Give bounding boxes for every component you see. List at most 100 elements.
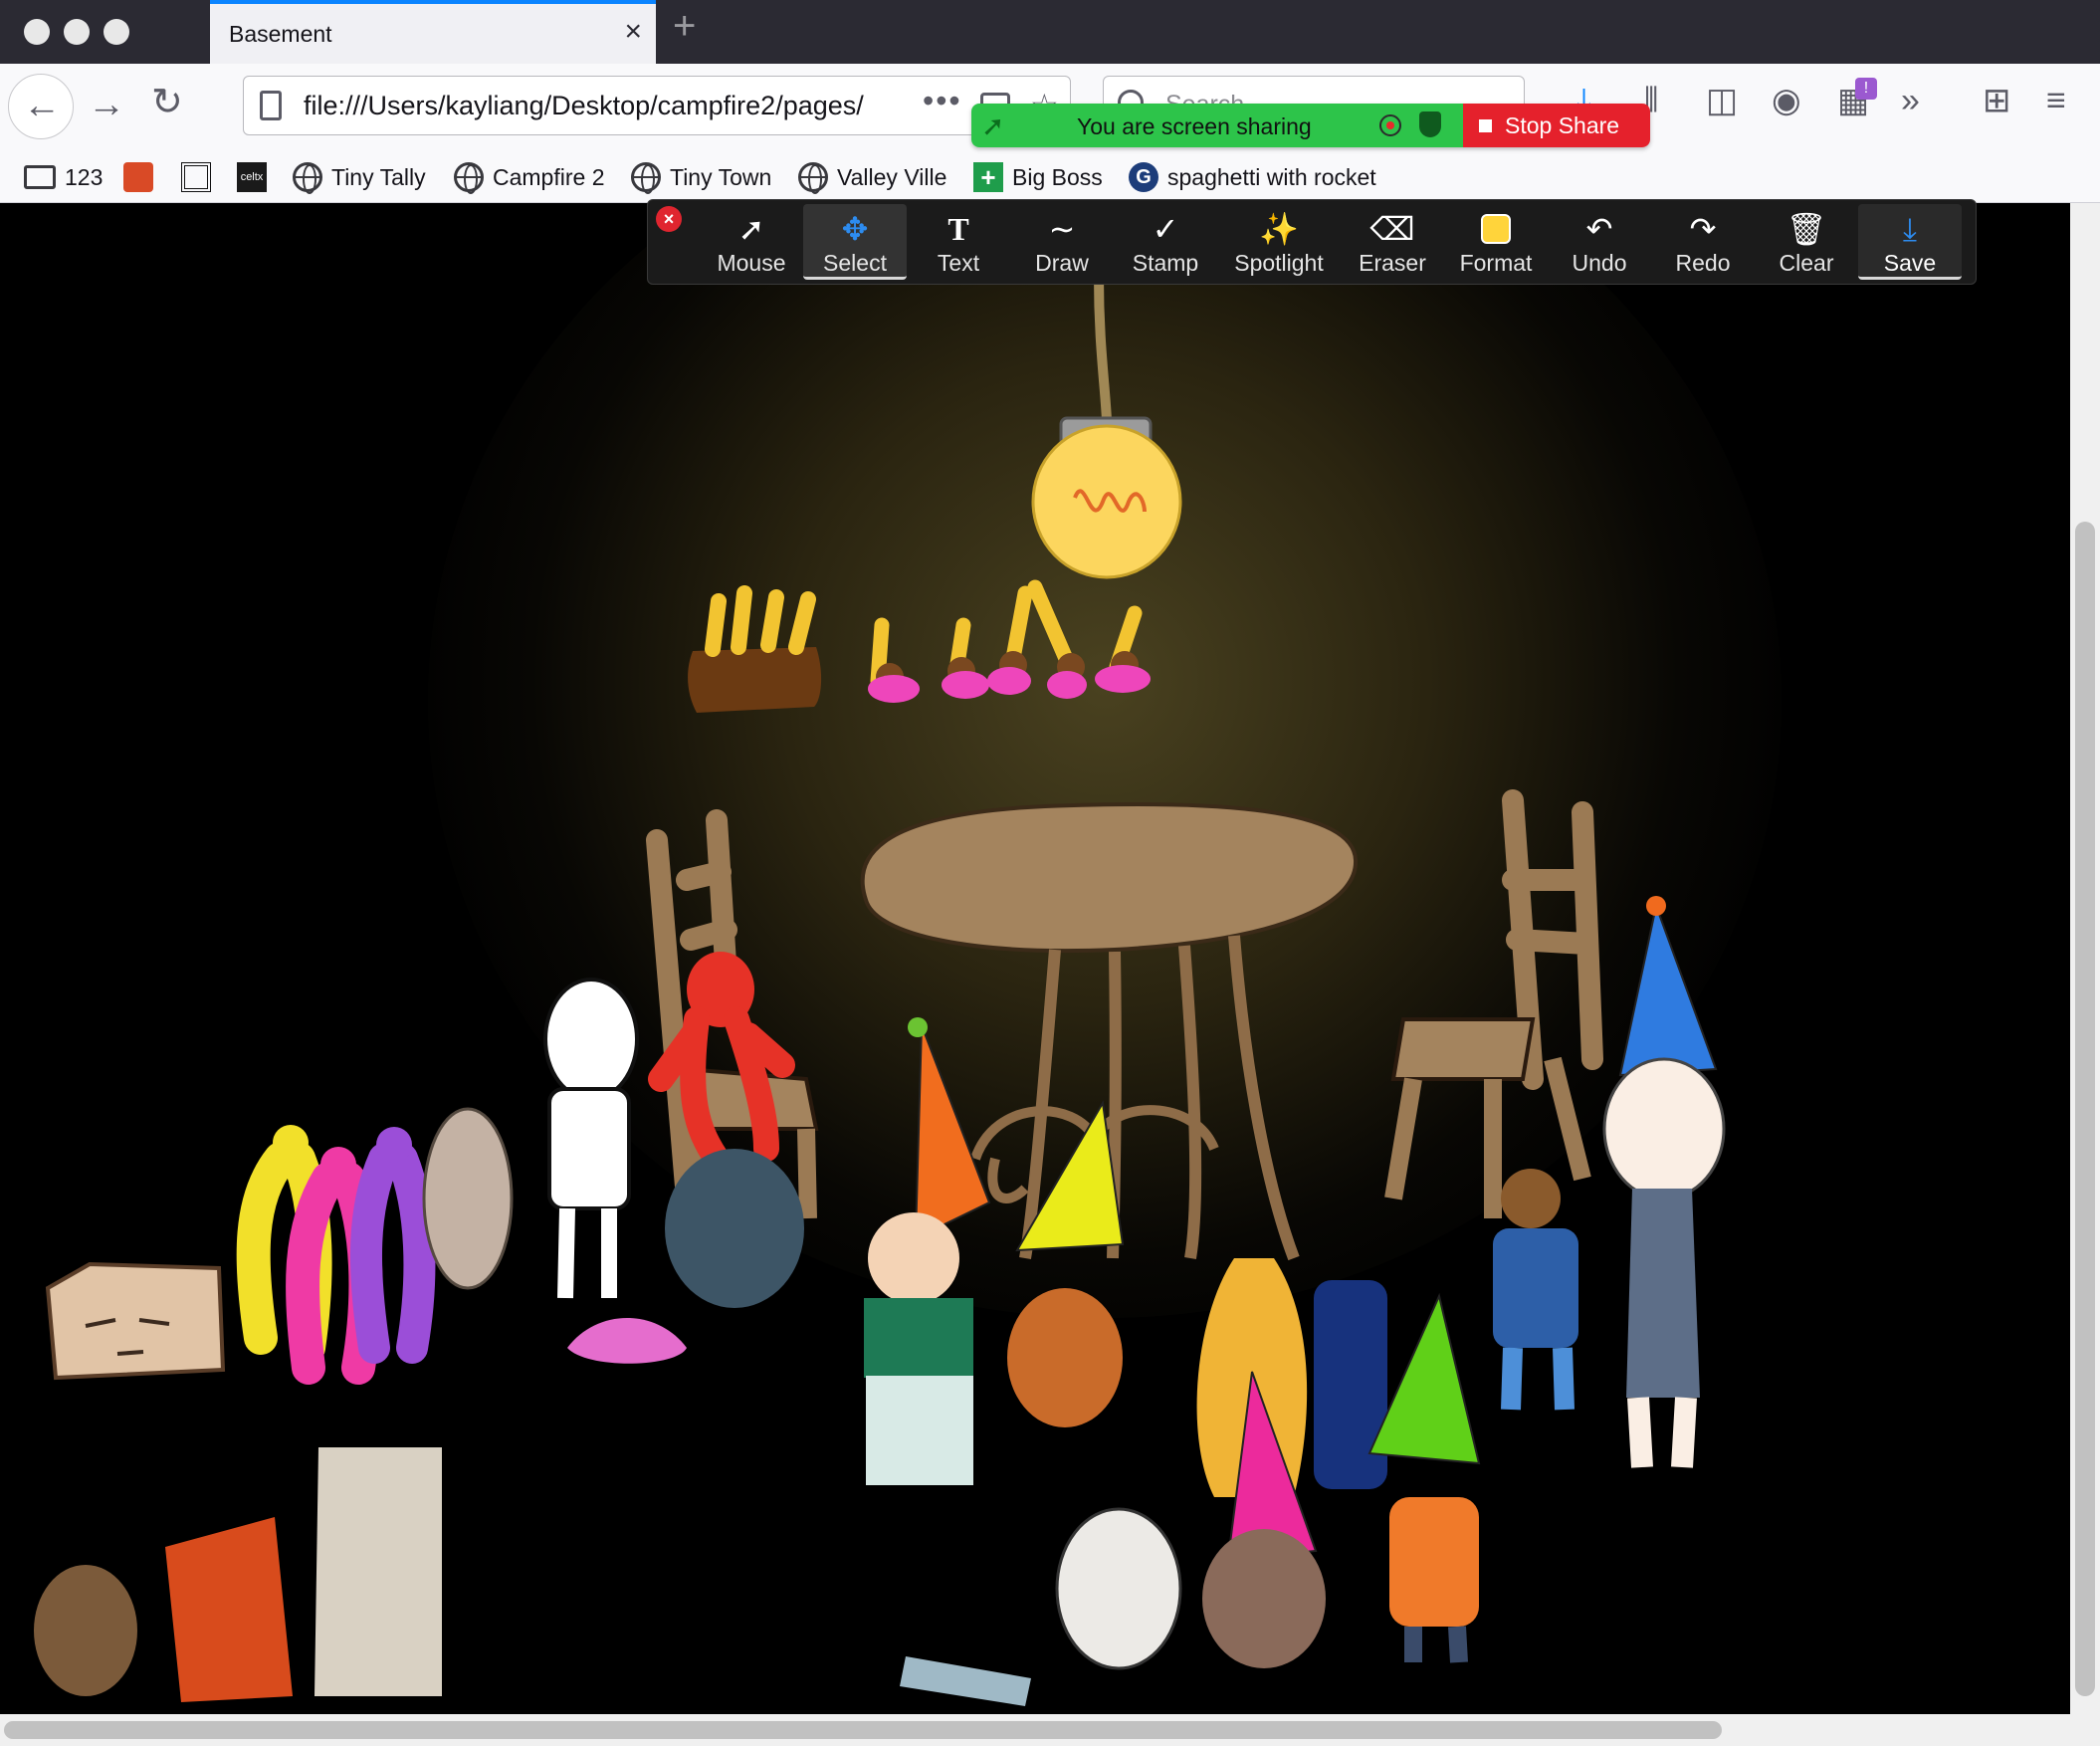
bookmark-qr[interactable] [181, 159, 220, 195]
squiggle-icon: ∼ [1048, 211, 1076, 247]
tool-label: Redo [1675, 250, 1731, 276]
check-icon: ✓ [1152, 211, 1179, 247]
annotation-toolbar: × ➚ Mouse ✥ Select T Text ∼ Draw ✓ Stamp… [647, 199, 1977, 285]
chips-bag [165, 1517, 293, 1702]
page-actions-icon[interactable]: ••• [923, 83, 962, 119]
tool-mouse[interactable]: ➚ Mouse [700, 204, 803, 280]
redo-icon: ↷ [1689, 211, 1717, 247]
tool-save[interactable]: ⤓ Save [1858, 204, 1962, 280]
stop-icon [1479, 119, 1492, 132]
vertical-scroll-thumb[interactable] [2075, 522, 2095, 1696]
horizontal-scrollbar[interactable] [0, 1714, 2100, 1746]
tool-label: Save [1883, 250, 1937, 276]
tool-select[interactable]: ✥ Select [803, 204, 907, 280]
tool-format[interactable]: Format [1444, 204, 1548, 280]
vertical-scrollbar[interactable] [2070, 203, 2100, 1714]
tab-basement[interactable]: Basement × [210, 0, 656, 64]
close-annotation-icon[interactable]: × [656, 206, 682, 232]
bookmark-label: Big Boss [1012, 163, 1103, 190]
gift-icon[interactable]: ⊞ [1983, 84, 2011, 117]
overflow-chevrons-icon[interactable]: » [1901, 84, 1920, 117]
stop-share-label: Stop Share [1505, 112, 1620, 138]
eraser-icon: ⌫ [1369, 211, 1415, 247]
reload-button[interactable]: ↻ [151, 84, 183, 121]
tool-label: Mouse [717, 250, 786, 276]
page-icon [260, 91, 282, 120]
stop-share-button[interactable]: Stop Share [1463, 104, 1650, 147]
mascot-icon [123, 162, 153, 192]
shield-icon [1419, 111, 1441, 137]
globe-icon [293, 162, 322, 194]
basement-scene [0, 203, 2070, 1714]
bookmark-label: Tiny Tally [331, 163, 426, 190]
bookmark-label: 123 [65, 163, 104, 190]
minimize-window-button[interactable] [64, 19, 90, 45]
tool-clear[interactable]: 🗑 Clear [1755, 204, 1858, 280]
screen-share-status[interactable]: ➚ You are screen sharing [971, 104, 1463, 147]
zoom-window-button[interactable] [104, 19, 129, 45]
tool-draw[interactable]: ∼ Draw [1010, 204, 1114, 280]
gray-creature [422, 1107, 514, 1290]
spotlight-icon: ✨ [1259, 211, 1299, 247]
tool-label: Draw [1035, 250, 1089, 276]
tool-stamp[interactable]: ✓ Stamp [1114, 204, 1217, 280]
account-icon[interactable]: ◉ [1772, 84, 1801, 117]
horizontal-scroll-thumb[interactable] [4, 1721, 1722, 1739]
folder-icon [24, 165, 56, 189]
plus-icon: + [973, 162, 1003, 192]
bookmark-big-boss[interactable]: + Big Boss [973, 159, 1103, 195]
url-bar[interactable]: file:///Users/kayliang/Desktop/campfire2… [243, 76, 1071, 135]
new-tab-button[interactable]: + [673, 6, 696, 46]
tool-label: Stamp [1132, 250, 1199, 276]
bookmark-campfire-2[interactable]: Campfire 2 [454, 159, 604, 195]
tool-text[interactable]: T Text [907, 204, 1010, 280]
g-icon: G [1129, 162, 1158, 192]
globe-icon [798, 162, 828, 194]
screen-share-text: You are screen sharing [1077, 113, 1312, 139]
teddy-bear [34, 1565, 137, 1696]
trash-icon: 🗑 [1785, 211, 1827, 247]
record-icon [1379, 114, 1401, 136]
tool-label: Undo [1572, 250, 1627, 276]
sidebar-icon[interactable]: ◫ [1706, 84, 1738, 117]
globe-icon [454, 162, 484, 194]
forward-button[interactable]: → [88, 86, 125, 123]
share-arrow-icon: ➚ [981, 110, 1005, 141]
tab-title: Basement [229, 21, 332, 47]
basement-canvas[interactable] [0, 203, 2070, 1714]
menu-icon[interactable]: ≡ [2046, 84, 2066, 117]
fuzzball [665, 1149, 804, 1308]
bookmark-123[interactable]: 123 [24, 159, 103, 195]
tool-label: Eraser [1359, 250, 1426, 276]
crackers-bag [315, 1447, 442, 1696]
close-window-button[interactable] [24, 19, 50, 45]
bookmark-spaghetti-with-rocket[interactable]: G spaghetti with rocket [1129, 159, 1376, 195]
url-text[interactable]: file:///Users/kayliang/Desktop/campfire2… [304, 91, 864, 121]
move-icon: ✥ [841, 211, 869, 247]
tool-label: Spotlight [1234, 250, 1324, 276]
tool-eraser[interactable]: ⌫ Eraser [1341, 204, 1444, 280]
tool-label: Format [1459, 250, 1533, 276]
tool-spotlight[interactable]: ✨ Spotlight [1217, 204, 1341, 280]
bookmark-mascot[interactable] [123, 159, 162, 195]
tool-label: Text [937, 250, 980, 276]
tool-label: Clear [1779, 250, 1834, 276]
close-tab-icon[interactable]: × [624, 17, 642, 47]
bookmark-celtx[interactable]: celtx [237, 159, 276, 195]
bookmark-tiny-tally[interactable]: Tiny Tally [293, 159, 426, 195]
bookmark-valley-ville[interactable]: Valley Ville [798, 159, 946, 195]
bookmark-tiny-town[interactable]: Tiny Town [631, 159, 771, 195]
globe-icon [631, 162, 661, 194]
tool-redo[interactable]: ↷ Redo [1651, 204, 1755, 280]
bookmark-label: Valley Ville [837, 163, 947, 190]
bookmark-label: spaghetti with rocket [1167, 163, 1376, 190]
screen-share-bar[interactable]: ➚ You are screen sharing Stop Share [971, 104, 1650, 147]
save-icon: ⤓ [1902, 211, 1918, 247]
color-swatch-icon [1444, 210, 1548, 248]
back-button[interactable]: ← [8, 74, 74, 139]
qr-icon [181, 162, 211, 192]
tool-label: Select [823, 250, 887, 276]
tool-undo[interactable]: ↶ Undo [1548, 204, 1651, 280]
text-icon: T [947, 211, 969, 247]
undo-icon: ↶ [1585, 211, 1613, 247]
